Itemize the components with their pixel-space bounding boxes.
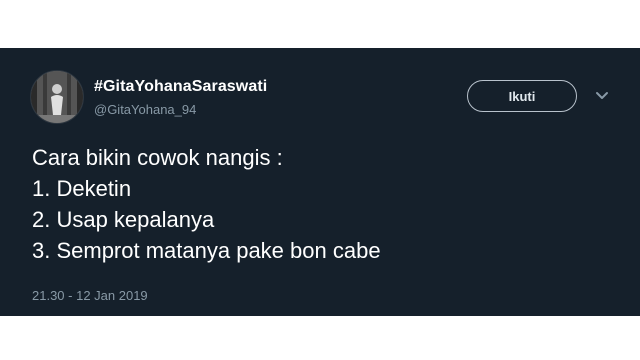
tweet-timestamp[interactable]: 21.30 - 12 Jan 2019	[32, 288, 148, 303]
tweet-line: 1. Deketin	[32, 176, 132, 201]
avatar[interactable]	[30, 70, 84, 124]
avatar-photo	[31, 71, 83, 123]
display-name[interactable]: #GitaYohanaSaraswati	[94, 78, 267, 96]
tweet-line: Cara bikin cowok nangis :	[32, 145, 283, 170]
chevron-down-icon[interactable]	[594, 90, 610, 102]
tweet-text: Cara bikin cowok nangis : 1. Deketin 2. …	[32, 142, 381, 266]
user-handle[interactable]: @GitaYohana_94	[94, 102, 196, 117]
tweet-card: #GitaYohanaSaraswati @GitaYohana_94 Ikut…	[0, 48, 640, 316]
tweet-line: 2. Usap kepalanya	[32, 207, 215, 232]
follow-button[interactable]: Ikuti	[467, 80, 577, 112]
tweet-line: 3. Semprot matanya pake bon cabe	[32, 238, 381, 263]
